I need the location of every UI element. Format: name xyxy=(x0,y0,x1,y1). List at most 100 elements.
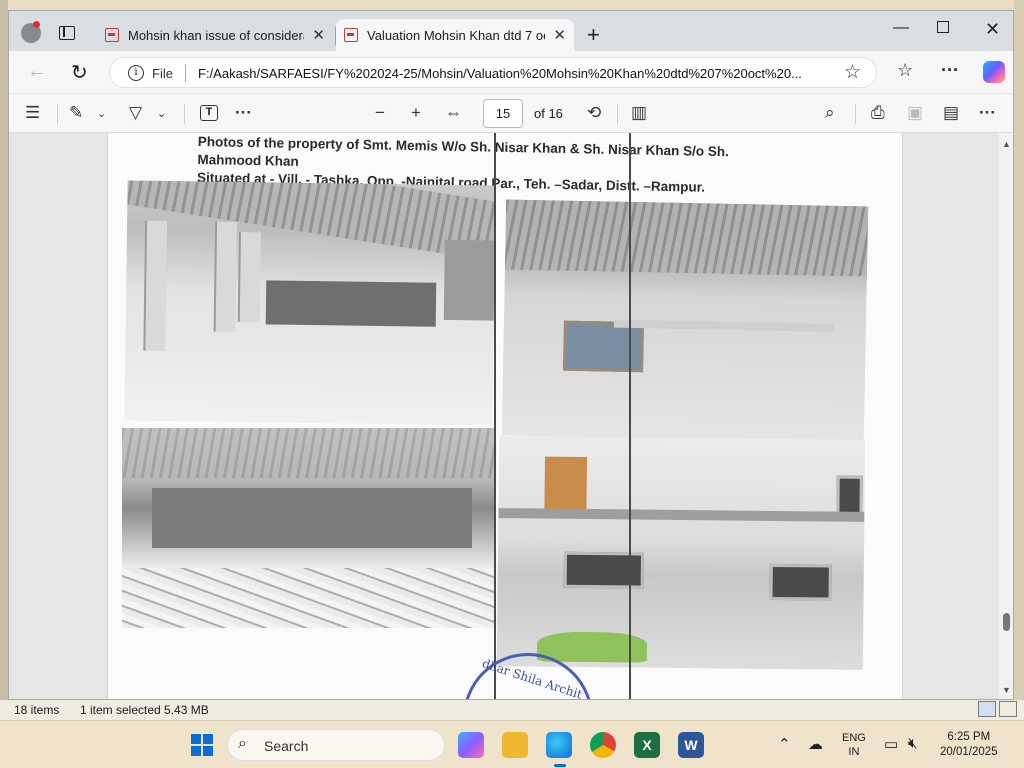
copilot-taskbar-icon[interactable] xyxy=(458,732,484,758)
parapet xyxy=(498,508,865,522)
close-window-icon[interactable]: ✕ xyxy=(985,19,1000,40)
windows-start-icon[interactable] xyxy=(191,734,213,756)
volume-muted-icon[interactable]: 🔇︎ xyxy=(908,735,917,752)
taskbar-search[interactable]: ⌕ Search xyxy=(227,729,445,761)
settings-more-icon[interactable]: ··· xyxy=(979,103,996,123)
chevron-down-icon[interactable]: ⌄ xyxy=(157,107,166,120)
print-icon[interactable]: ⎙ xyxy=(871,103,885,123)
pdf-file-icon xyxy=(344,28,358,42)
show-hidden-icons-chevron-icon[interactable]: ⌃ xyxy=(778,735,791,753)
toolbar-separator xyxy=(617,104,618,124)
pdf-file-icon xyxy=(105,28,119,42)
scan-fold-line xyxy=(494,133,496,699)
beam xyxy=(613,319,834,332)
favorites-list-icon[interactable]: ☆ xyxy=(897,60,913,81)
search-icon: ⌕ xyxy=(238,735,247,752)
toolbar-separator xyxy=(855,104,856,124)
toolbar-separator xyxy=(184,104,185,124)
save-icon[interactable]: ▣ xyxy=(907,103,923,123)
desktop-background-right xyxy=(1014,0,1024,768)
search-placeholder: Search xyxy=(264,738,309,754)
more-tools-icon[interactable]: ··· xyxy=(235,103,252,123)
refresh-icon[interactable]: ↻ xyxy=(71,60,88,85)
tab-actions-icon[interactable] xyxy=(59,26,75,40)
tab-valuation-pdf[interactable]: Valuation Mohsin Khan dtd 7 oct 2024.pdf… xyxy=(336,19,574,51)
vertical-scrollbar[interactable]: ▲ ▼ xyxy=(999,133,1013,699)
display-icon[interactable]: ▭ xyxy=(884,735,898,753)
copilot-icon[interactable] xyxy=(983,61,1005,83)
clock[interactable]: 6:25 PM 20/01/2025 xyxy=(940,730,998,760)
edge-browser-window: Mohsin khan issue of consideration ✕ Val… xyxy=(8,10,1014,700)
profile-avatar-icon[interactable] xyxy=(21,21,41,43)
shed-roof xyxy=(127,180,496,262)
shed-roof xyxy=(504,199,869,277)
machine xyxy=(563,320,644,373)
pillar xyxy=(143,220,168,351)
clock-time: 6:25 PM xyxy=(947,731,991,743)
url-text[interactable]: F:/Aakash/SARFAESI/FY%202024-25/Mohsin/V… xyxy=(198,66,838,81)
page-view-icon[interactable]: ▥ xyxy=(631,103,647,123)
item-count: 18 items xyxy=(14,703,60,717)
details-view-icon[interactable] xyxy=(978,701,996,717)
back-wall xyxy=(265,280,437,327)
rotate-icon[interactable]: ⟲ xyxy=(587,103,601,123)
debris-pile xyxy=(122,568,494,628)
pdf-viewer-area[interactable]: Photos of the property of Smt. Memis W/o… xyxy=(9,133,1013,699)
info-icon[interactable]: i xyxy=(128,65,144,81)
highlight-icon[interactable]: ✎ xyxy=(69,103,83,123)
excel-icon[interactable]: X xyxy=(634,732,660,758)
address-bar[interactable]: i File F:/Aakash/SARFAESI/FY%202024-25/M… xyxy=(109,57,877,88)
edge-icon[interactable] xyxy=(546,732,572,767)
tab-mohsin-consideration[interactable]: Mohsin khan issue of consideration ✕ xyxy=(97,19,333,51)
language-indicator[interactable]: ENG IN xyxy=(842,731,866,759)
property-photo-building xyxy=(496,436,866,670)
tiles-view-icon[interactable] xyxy=(999,701,1017,717)
fit-to-width-icon[interactable]: ⇔ xyxy=(445,103,462,123)
side-building xyxy=(443,239,495,321)
draw-icon[interactable]: ▽ xyxy=(129,103,142,123)
word-icon[interactable]: W xyxy=(678,732,704,758)
minimize-icon[interactable]: — xyxy=(893,19,909,37)
desktop-background-left xyxy=(0,0,8,768)
page-count: of 16 xyxy=(534,106,563,121)
door xyxy=(544,456,587,514)
tab-close-icon[interactable]: ✕ xyxy=(553,26,566,44)
explorer-status-bar: 18 items 1 item selected 5.43 MB xyxy=(0,700,1024,720)
zoom-in-icon[interactable]: + xyxy=(411,103,421,123)
favorite-star-icon[interactable]: ☆ xyxy=(844,61,861,84)
network-icon[interactable]: ☁ xyxy=(808,735,823,753)
property-photo-shed xyxy=(124,180,496,426)
toolbar-separator xyxy=(57,104,58,124)
scheme-label: File xyxy=(152,66,173,81)
pdf-toolbar: ☰ ✎ ⌄ ▽ ⌄ T ··· − + ⇔ 15 of 16 ⟲ ▥ ⌕ ⎙ ▣… xyxy=(9,93,1013,133)
tab-title: Mohsin khan issue of consideration xyxy=(128,27,304,43)
page-number-input[interactable]: 15 xyxy=(483,99,523,128)
text-icon[interactable]: T xyxy=(200,105,218,121)
address-separator xyxy=(185,65,186,82)
save-as-icon[interactable]: ▤ xyxy=(943,103,959,123)
shed-roof xyxy=(122,428,494,478)
pillar xyxy=(237,232,261,323)
file-explorer-icon[interactable] xyxy=(502,732,528,758)
tab-strip: Mohsin khan issue of consideration ✕ Val… xyxy=(9,11,1013,51)
scroll-up-icon[interactable]: ▲ xyxy=(1002,139,1011,149)
window xyxy=(563,551,645,589)
dark-wall xyxy=(152,488,472,548)
chrome-icon[interactable] xyxy=(590,732,616,758)
pillar xyxy=(213,221,238,332)
window xyxy=(836,475,863,516)
scan-fold-line xyxy=(629,133,631,699)
zoom-out-icon[interactable]: − xyxy=(375,103,385,123)
maximize-icon[interactable] xyxy=(937,21,949,33)
search-icon[interactable]: ⌕ xyxy=(825,103,835,123)
chevron-down-icon[interactable]: ⌄ xyxy=(97,107,106,120)
tab-close-icon[interactable]: ✕ xyxy=(312,26,325,44)
new-tab-icon[interactable]: + xyxy=(587,22,600,48)
scroll-down-icon[interactable]: ▼ xyxy=(1002,685,1011,695)
address-bar-row: ← ↻ i File F:/Aakash/SARFAESI/FY%202024-… xyxy=(9,51,1013,93)
back-icon[interactable]: ← xyxy=(27,60,47,83)
property-photo-debris xyxy=(122,428,494,628)
scrollbar-thumb[interactable] xyxy=(1003,613,1010,631)
more-options-icon[interactable]: ··· xyxy=(941,60,959,81)
table-of-contents-icon[interactable]: ☰ xyxy=(25,103,40,123)
